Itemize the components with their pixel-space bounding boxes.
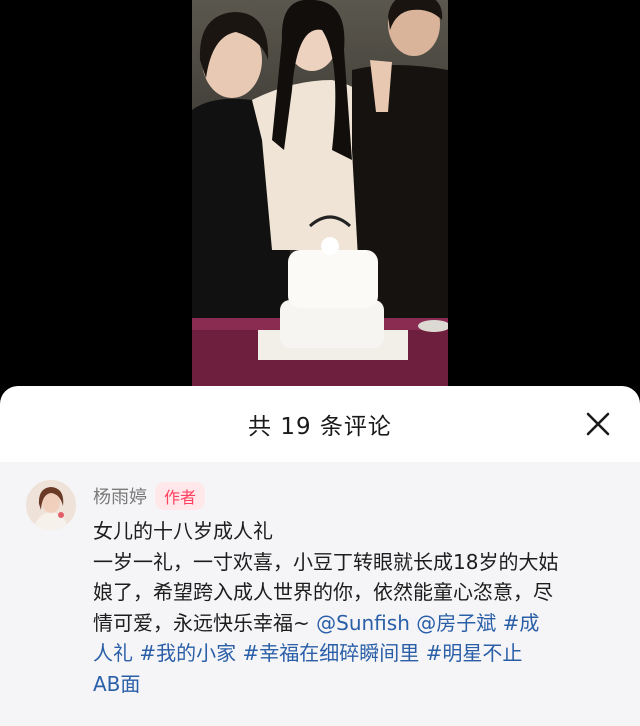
- hashtag-link-mingxing[interactable]: #明星不止: [426, 641, 523, 665]
- author-name[interactable]: 杨雨婷: [93, 483, 147, 509]
- mention-link-sunfish[interactable]: @Sunfish: [316, 611, 410, 635]
- hashtag-link-chengrenli[interactable]: 人礼: [93, 641, 133, 665]
- mention-link-fangzibin[interactable]: @房子斌: [416, 611, 496, 635]
- hashtag-link-mingxing[interactable]: AB面: [93, 672, 140, 696]
- comments-count-title: 共 19 条评论: [248, 414, 392, 440]
- comment-line: 女儿的十八岁成人礼: [93, 519, 273, 543]
- comment-line: AB面: [93, 669, 615, 700]
- video-player[interactable]: [0, 0, 640, 392]
- hashtag-link-chengrenli[interactable]: #成: [503, 611, 540, 635]
- comment-text: 女儿的十八岁成人礼 一岁一礼，一寸欢喜，小豆丁转眼就长成18岁的大姑 娘了，希望…: [93, 516, 615, 699]
- comments-header: 共 19 条评论: [0, 386, 640, 462]
- comment-line: 娘了，希望跨入成人世界的你，依然能童心恣意，尽: [93, 580, 553, 604]
- comment-line: 一岁一礼，一寸欢喜，小豆丁转眼就长成18岁的大姑: [93, 549, 559, 574]
- close-button[interactable]: [584, 410, 612, 438]
- close-icon: [586, 412, 610, 436]
- author-row: 杨雨婷 作者: [93, 482, 206, 510]
- comment-item[interactable]: 杨雨婷 作者 女儿的十八岁成人礼 一岁一礼，一寸欢喜，小豆丁转眼就长成18岁的大…: [0, 462, 640, 726]
- hashtag-link-xingfu[interactable]: #幸福在细碎瞬间里: [242, 641, 419, 665]
- author-badge: 作者: [155, 482, 206, 510]
- avatar[interactable]: [26, 480, 76, 530]
- post-photo: [192, 0, 448, 392]
- comment-line: 人礼 #我的小家 #幸福在细碎瞬间里 #明星不止: [93, 638, 615, 669]
- comments-sheet: 共 19 条评论 杨雨婷 作者 女儿的十八岁成人礼 一岁一礼，一寸欢喜，小豆丁转…: [0, 386, 640, 726]
- hashtag-link-wodexiaojia[interactable]: #我的小家: [139, 641, 236, 665]
- comment-text-segment: 情可爱，永远快乐幸福~: [93, 610, 317, 635]
- comment-line: 情可爱，永远快乐幸福~ @Sunfish @房子斌 #成: [93, 608, 615, 639]
